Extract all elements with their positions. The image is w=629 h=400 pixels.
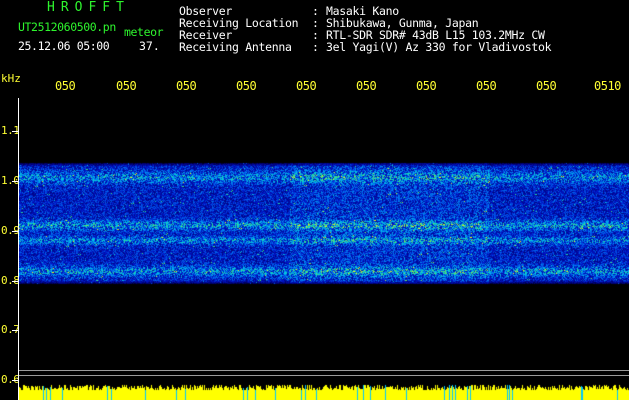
time-tick: 0510: [594, 79, 621, 93]
app-brand: HROFFT: [47, 0, 130, 15]
spectrogram-waterfall: [19, 98, 629, 400]
time-tick: 050: [356, 79, 377, 93]
time-tick: 050: [476, 79, 497, 93]
reference-line: [19, 370, 629, 371]
info-row-antenna: Receiving Antenna:3el Yagi(V) Az 330 for…: [179, 40, 552, 54]
time-tick: 050: [176, 79, 197, 93]
time-tick: 050: [236, 79, 257, 93]
time-tick: 050: [416, 79, 437, 93]
mode-label: meteor: [124, 25, 164, 39]
info-sep: :: [312, 40, 319, 54]
info-key: Receiving Antenna: [179, 40, 292, 54]
file-name: UT2512060500.pn: [18, 20, 116, 34]
info-value: 3el Yagi(V) Az 330 for Vladivostok: [326, 40, 552, 54]
frequency-unit-label: kHz: [1, 72, 21, 85]
reference-line: [19, 375, 629, 376]
time-tick: 050: [55, 79, 76, 93]
date-time: 25.12.06 05:00: [18, 39, 110, 53]
time-tick: 050: [116, 79, 137, 93]
count-value: 37.: [139, 39, 160, 53]
time-tick: 050: [296, 79, 317, 93]
time-tick: 050: [536, 79, 557, 93]
